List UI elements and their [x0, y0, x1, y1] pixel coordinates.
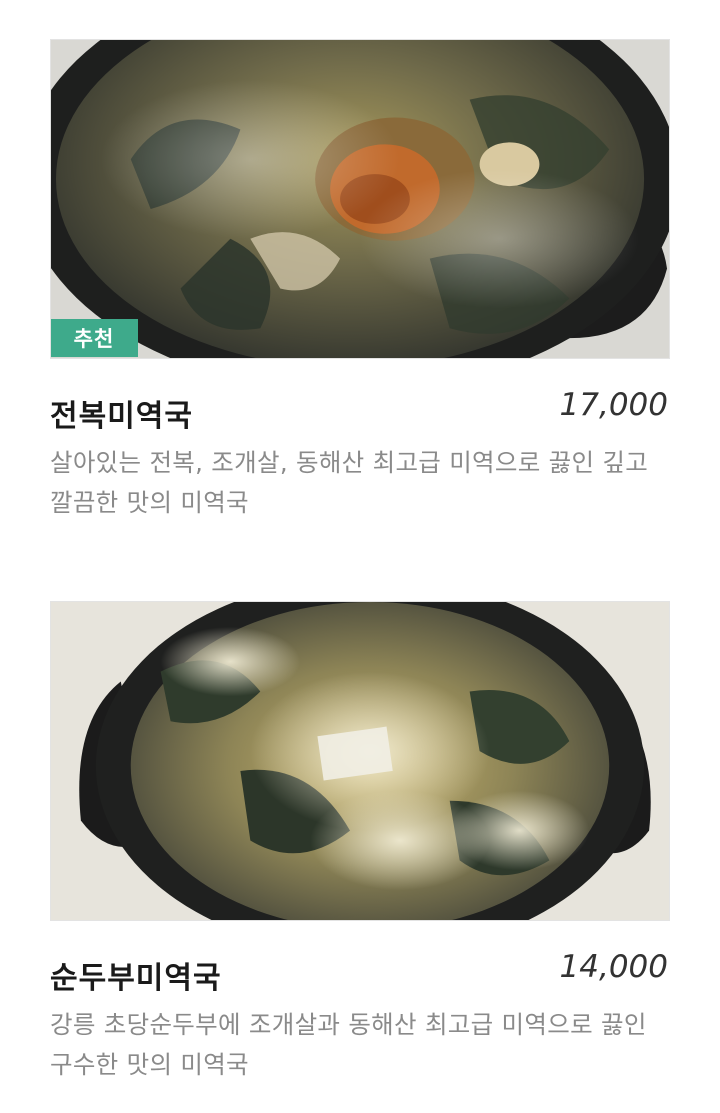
dish-description: 살아있는 전복, 조개살, 동해산 최고급 미역으로 끓인 깊고 깔끔한 맛의 …	[50, 448, 649, 517]
recommended-badge: 추천	[51, 319, 138, 357]
dish-photo[interactable]: 추천	[50, 39, 670, 359]
dish-price: 14,000	[559, 949, 668, 985]
dish-description: 강릉 초당순두부에 조개살과 동해산 최고급 미역으로 끓인 구수한 맛의 미역…	[50, 1010, 647, 1079]
title-row: 전복미역국 17,000	[50, 387, 670, 434]
menu-item-abalone-seaweed-soup[interactable]: 추천 전복미역국 17,000 살아있는 전복, 조개살, 동해산 최고급 미역…	[50, 39, 670, 523]
title-row: 순두부미역국 14,000	[50, 949, 670, 996]
dish-name: 전복미역국	[50, 399, 193, 434]
dish-name: 순두부미역국	[50, 961, 222, 996]
soft-tofu-seaweed-soup-photo	[51, 602, 669, 920]
dish-photo[interactable]	[50, 601, 670, 921]
abalone-seaweed-soup-photo	[51, 40, 669, 358]
menu-list: 추천 전복미역국 17,000 살아있는 전복, 조개살, 동해산 최고급 미역…	[0, 0, 720, 1113]
menu-item-soft-tofu-seaweed-soup[interactable]: 순두부미역국 14,000 강릉 초당순두부에 조개살과 동해산 최고급 미역으…	[50, 601, 670, 1085]
dish-price: 17,000	[559, 387, 668, 423]
